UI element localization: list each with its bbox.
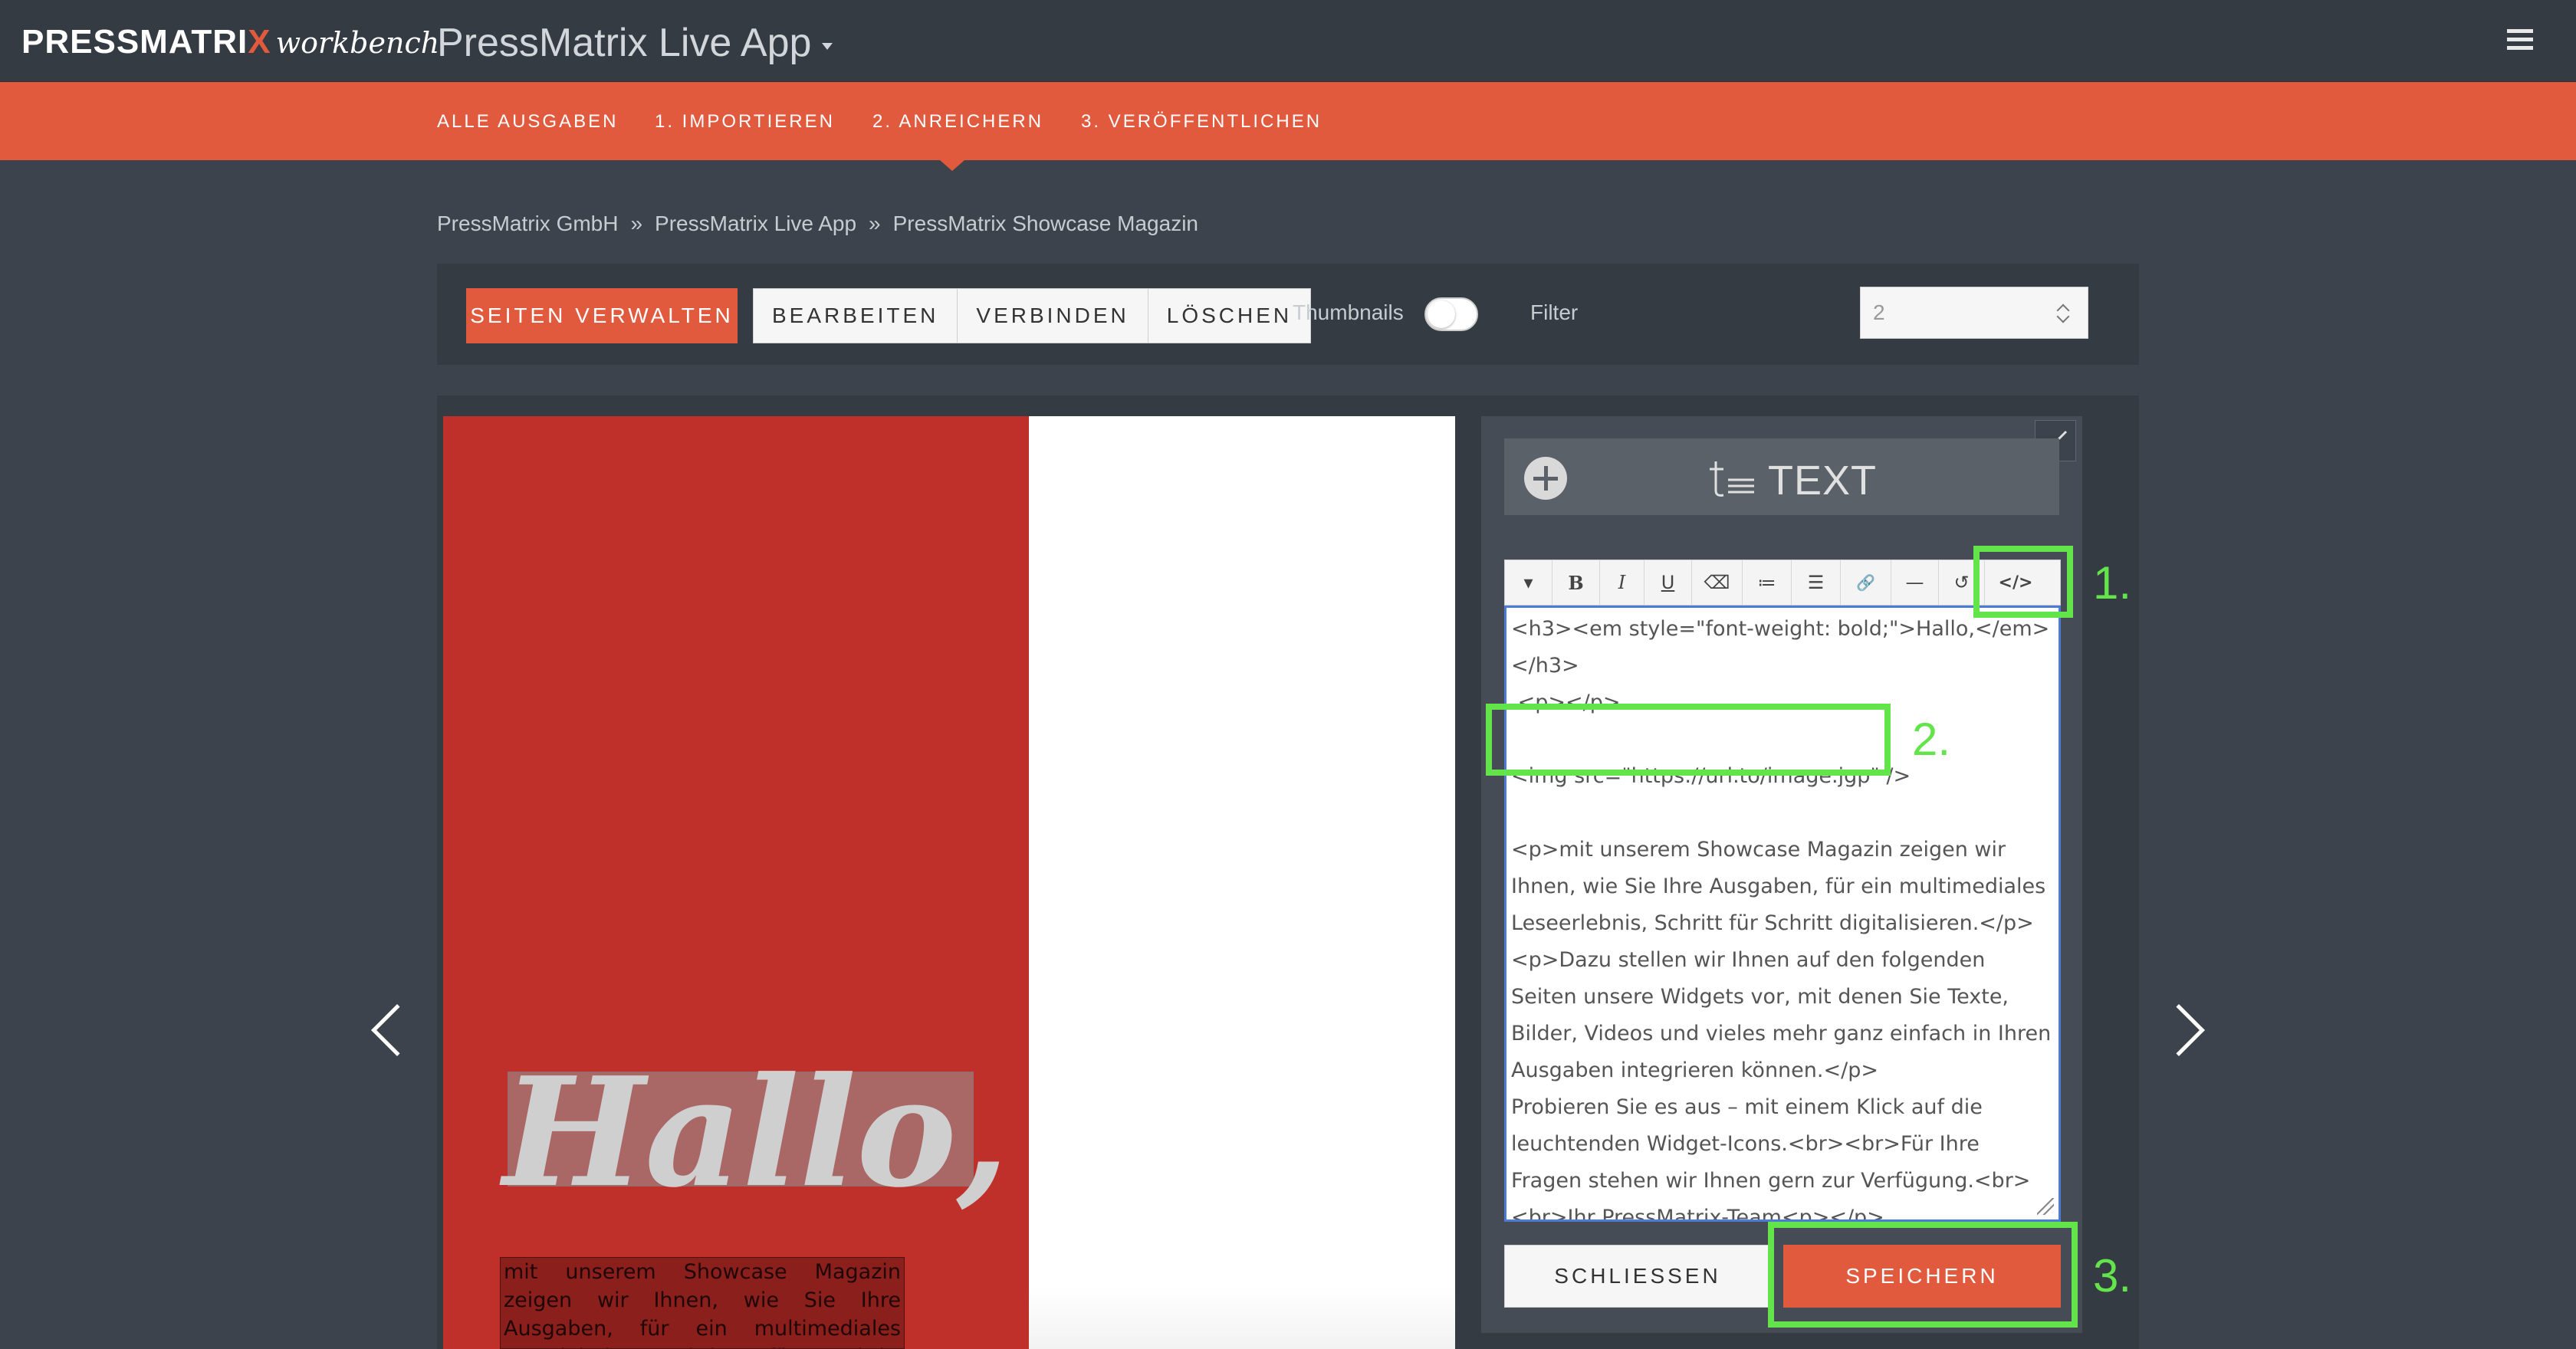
underline-icon: U: [1661, 572, 1675, 593]
bullet-list-icon: ≔: [1757, 572, 1776, 593]
page-number-value: 2: [1873, 300, 1885, 324]
thumbnails-label: Thumbnails: [1293, 300, 1404, 324]
bold-button[interactable]: B: [1552, 560, 1600, 605]
close-button[interactable]: SCHLIESSEN: [1504, 1245, 1771, 1308]
page-body-text: mit unserem Showcase Magazin zeigen wir …: [504, 1260, 901, 1348]
eraser-icon: ⌫: [1704, 572, 1730, 593]
top-header: PRESSMATRIX workbench PressMatrix Live A…: [0, 0, 2576, 82]
nav-active-pointer: [940, 160, 964, 171]
edit-button[interactable]: BEARBEITEN: [754, 289, 958, 343]
eraser-button[interactable]: ⌫: [1692, 560, 1743, 605]
breadcrumb-org[interactable]: PressMatrix GmbH: [437, 212, 618, 235]
undo-button[interactable]: ↺: [1939, 560, 1985, 605]
editor-line: [1511, 721, 2055, 758]
nav-import[interactable]: 1. IMPORTIEREN: [655, 111, 835, 133]
nav-enrich[interactable]: 2. ANREICHERN: [872, 111, 1043, 133]
hamburger-menu-icon[interactable]: [2507, 29, 2533, 51]
widget-type-label: TEXT: [1768, 458, 1878, 504]
body-text-widget-box[interactable]: mit unserem Showcase Magazin zeigen wir …: [500, 1257, 905, 1349]
editor-line: <p></p>: [1511, 691, 1621, 714]
page-toolbar: SEITEN VERWALTEN BEARBEITEN VERBINDEN LÖ…: [437, 264, 2139, 365]
horizontal-rule-button[interactable]: —: [1891, 560, 1939, 605]
delete-button[interactable]: LÖSCHEN: [1148, 289, 1311, 343]
connect-button[interactable]: VERBINDEN: [958, 289, 1148, 343]
next-page-icon[interactable]: [2153, 1004, 2205, 1056]
breadcrumb-issue[interactable]: PressMatrix Showcase Magazin: [893, 212, 1198, 235]
italic-icon: I: [1618, 572, 1626, 593]
underline-button[interactable]: U: [1644, 560, 1692, 605]
step-1-label: 1.: [2093, 557, 2132, 609]
step-2-label: 2.: [1912, 714, 1951, 765]
app-selector[interactable]: PressMatrix Live App: [437, 20, 833, 66]
brand-logo[interactable]: PRESSMATRIX workbench: [21, 23, 439, 61]
brand-name: PRESSMATRIX: [21, 23, 271, 61]
main-nav: ALLE AUSGABEN 1. IMPORTIEREN 2. ANREICHE…: [0, 82, 2576, 160]
code-view-button[interactable]: </>: [1985, 560, 2046, 605]
code-view-icon: </>: [1998, 573, 2033, 592]
editor-line: <img src="https://url.to/image.jgp" />: [1511, 764, 1911, 788]
horizontal-rule-icon: —: [1905, 572, 1924, 593]
link-icon: 🔗: [1856, 573, 1875, 592]
save-button[interactable]: SPEICHERN: [1783, 1245, 2061, 1308]
step-3-label: 3.: [2093, 1250, 2132, 1301]
editor-line: <p>mit unserem Showcase Magazin zeigen w…: [1511, 838, 2058, 1082]
page-number-input[interactable]: 2: [1860, 287, 2088, 339]
link-button[interactable]: 🔗: [1841, 560, 1891, 605]
html-code-editor[interactable]: <h3><em style="font-weight: bold;">Hallo…: [1504, 606, 2061, 1222]
bullet-list-button[interactable]: ≔: [1743, 560, 1792, 605]
brand-subtitle: workbench: [275, 26, 440, 60]
breadcrumb: PressMatrix GmbH » PressMatrix Live App » Pr…: [437, 212, 1198, 236]
editor-line: [1511, 795, 2055, 832]
numbered-list-icon: ☰: [1807, 572, 1825, 593]
app-title: PressMatrix Live App: [437, 21, 812, 65]
editor-toolbar: ▾ B I U ⌫ ≔ ☰ 🔗 — ↺ </>: [1504, 560, 2061, 606]
add-widget-icon[interactable]: [1524, 457, 1567, 500]
editor-line: <h3><em style="font-weight: bold;">Hallo…: [1511, 617, 2050, 678]
bold-icon: B: [1568, 571, 1584, 594]
breadcrumb-separator: »: [869, 212, 881, 235]
caret-down-icon: ▾: [1523, 572, 1533, 593]
thumbnails-toggle[interactable]: [1424, 297, 1478, 331]
resize-handle-icon[interactable]: [2037, 1198, 2054, 1215]
nav-all-issues[interactable]: ALLE AUSGABEN: [437, 111, 618, 133]
page-headline: Hallo,: [503, 1045, 1010, 1221]
numbered-list-button[interactable]: ☰: [1792, 560, 1841, 605]
editor-line: Probieren Sie es aus – mit einem Klick a…: [1511, 1095, 2031, 1222]
undo-icon: ↺: [1953, 572, 1970, 593]
breadcrumb-separator: »: [630, 212, 643, 235]
breadcrumb-app[interactable]: PressMatrix Live App: [655, 212, 856, 235]
caret-down-icon: [822, 42, 833, 50]
style-dropdown-button[interactable]: ▾: [1505, 560, 1552, 605]
previous-page-icon[interactable]: [371, 1004, 423, 1056]
text-widget-icon: [1707, 457, 1756, 500]
manage-pages-button[interactable]: SEITEN VERWALTEN: [466, 288, 738, 343]
magazine-page-right: [1029, 416, 1455, 1349]
spinner-arrows-icon[interactable]: [2057, 303, 2069, 326]
italic-button[interactable]: I: [1600, 560, 1644, 605]
filter-label: Filter: [1530, 300, 1579, 324]
page-action-group: BEARBEITEN VERBINDEN LÖSCHEN: [753, 288, 1312, 343]
nav-publish[interactable]: 3. VERÖFFENTLICHEN: [1081, 111, 1322, 133]
